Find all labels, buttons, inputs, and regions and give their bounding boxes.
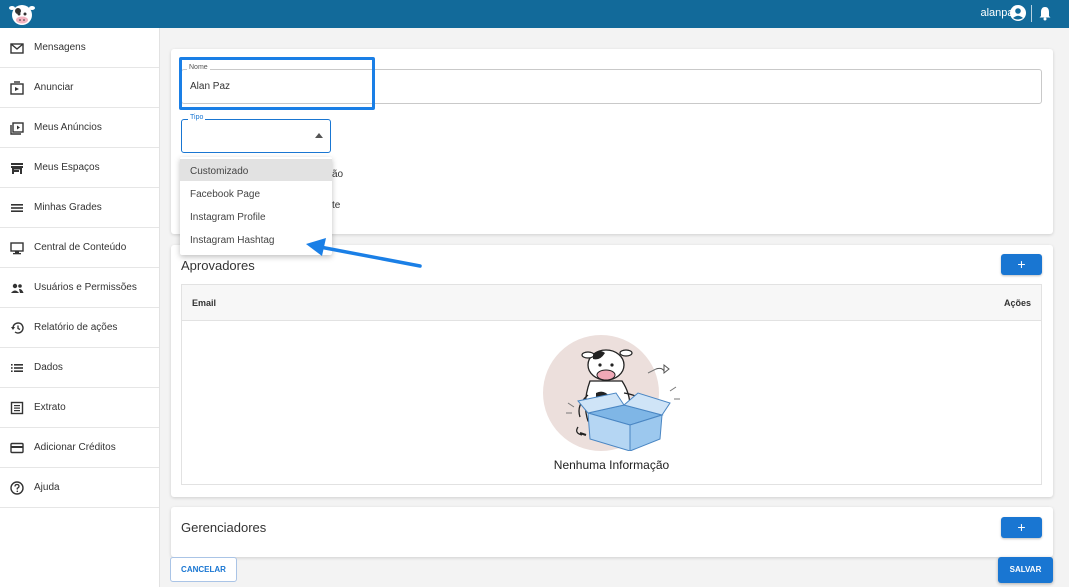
empty-state-cow-box-illustration: [543, 335, 680, 451]
sidebar-item-anunciar[interactable]: Anunciar: [0, 68, 159, 108]
sidebar-item-mensagens[interactable]: Mensagens: [0, 28, 159, 68]
sidebar-item-label: Mensagens: [34, 42, 86, 53]
sidebar-item-meus-anuncios[interactable]: Meus Anúncios: [0, 108, 159, 148]
list-icon: [11, 364, 23, 372]
managers-card: [171, 507, 1053, 557]
bell-icon[interactable]: [1038, 6, 1052, 21]
partial-option-text-1: ão: [332, 169, 344, 180]
tipo-select-legend: Tipo: [188, 114, 206, 121]
tipo-select[interactable]: [181, 119, 331, 153]
mail-icon: [10, 43, 24, 54]
sidebar-item-adicionar-creditos[interactable]: Adicionar Créditos: [0, 428, 159, 468]
play-box-icon: [10, 81, 24, 95]
table-header-row: Email Ações: [182, 285, 1041, 321]
sidebar-item-extrato[interactable]: Extrato: [0, 388, 159, 428]
topbar-divider: [1031, 5, 1032, 22]
sidebar-item-meus-espacos[interactable]: Meus Espaços: [0, 148, 159, 188]
history-icon: [11, 322, 24, 334]
menu-lines-icon: [11, 204, 23, 212]
sidebar-item-ajuda[interactable]: Ajuda: [0, 468, 159, 508]
credit-card-icon: [10, 442, 24, 454]
sidebar-item-central-de-conteudo[interactable]: Central de Conteúdo: [0, 228, 159, 268]
account-circle-icon[interactable]: [1010, 5, 1026, 21]
sidebar-item-label: Anunciar: [34, 82, 74, 93]
monitor-icon: [10, 242, 24, 255]
save-button[interactable]: SALVAR: [998, 557, 1053, 583]
annotation-arrow-icon: [306, 238, 422, 268]
dropdown-option-customizado[interactable]: Customizado: [180, 159, 332, 181]
sidebar-item-minhas-grades[interactable]: Minhas Grades: [0, 188, 159, 228]
sidebar-item-label: Extrato: [34, 402, 66, 413]
sidebar-item-label: Central de Conteúdo: [34, 242, 127, 253]
sidebar-item-label: Adicionar Créditos: [34, 442, 116, 453]
sidebar-item-label: Relatório de ações: [34, 322, 118, 333]
column-header-acoes: Ações: [1003, 298, 1031, 308]
sidebar-item-relatorio-de-acoes[interactable]: Relatório de ações: [0, 308, 159, 348]
dropdown-option-facebook-page[interactable]: Facebook Page: [180, 182, 332, 204]
sidebar-item-dados[interactable]: Dados: [0, 348, 159, 388]
add-approver-button[interactable]: +: [1001, 254, 1042, 275]
store-icon: [11, 163, 23, 174]
partial-option-text-2: te: [332, 200, 341, 211]
column-header-email: Email: [192, 298, 217, 308]
sidebar: Mensagens Anunciar Meus Anúncios Meus Es…: [0, 28, 160, 587]
help-circle-icon: [10, 481, 24, 495]
approvers-title: Aprovadores: [181, 258, 255, 273]
annotation-highlight-box: [179, 57, 375, 110]
sidebar-item-usuarios-e-permissoes[interactable]: Usuários e Permissões: [0, 268, 159, 308]
cow-logo-icon[interactable]: [9, 2, 35, 26]
sidebar-item-label: Minhas Grades: [34, 202, 102, 213]
sidebar-item-label: Meus Espaços: [34, 162, 100, 173]
people-icon: [11, 283, 24, 293]
empty-state-text: Nenhuma Informação: [553, 458, 670, 472]
page-scrollbar[interactable]: [1062, 28, 1069, 587]
caret-up-icon[interactable]: [315, 133, 323, 138]
sidebar-item-label: Ajuda: [34, 482, 60, 493]
dropdown-option-instagram-profile[interactable]: Instagram Profile: [180, 205, 332, 227]
cancel-button[interactable]: CANCELAR: [170, 557, 237, 582]
sidebar-item-label: Usuários e Permissões: [34, 282, 137, 293]
receipt-icon: [10, 401, 24, 415]
play-stack-icon: [10, 122, 24, 135]
sidebar-item-label: Dados: [34, 362, 63, 373]
top-bar: alanpaz: [0, 0, 1069, 28]
sidebar-item-label: Meus Anúncios: [34, 122, 102, 133]
add-manager-button[interactable]: +: [1001, 517, 1042, 538]
managers-title: Gerenciadores: [181, 520, 267, 535]
